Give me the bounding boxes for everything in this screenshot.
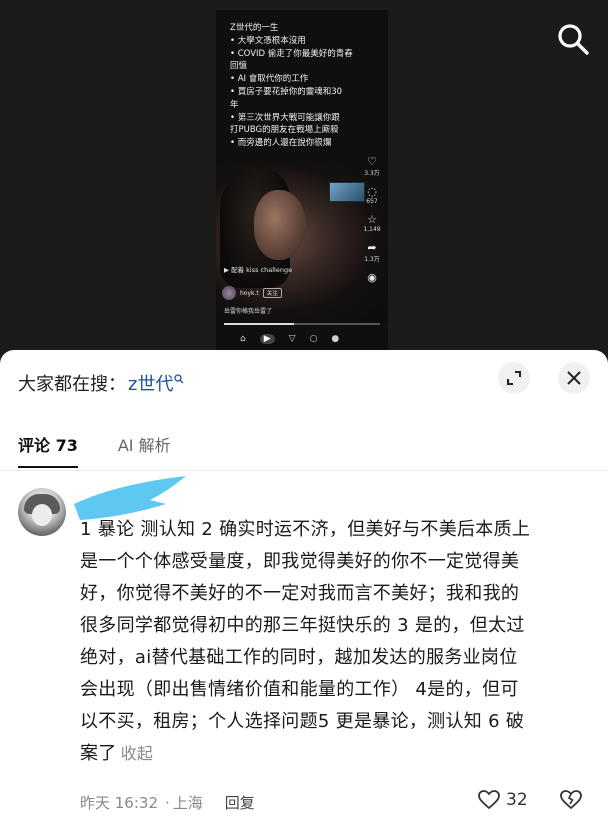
video-background: Z世代的一生 • 大學文憑根本沒用 • COVID 偷走了你最美好的青春 回憶 … [0, 0, 608, 350]
follow-button[interactable]: 关注 [262, 288, 282, 298]
share-action[interactable]: ➦ 1.3万 [361, 241, 383, 263]
video-player[interactable]: Z世代的一生 • 大學文憑根本沒用 • COVID 偷走了你最美好的青春 回憶 … [216, 10, 388, 350]
comment-line: 好，你觉得不美好的不一定对我而言不美好；我和我的 [80, 583, 520, 604]
video-side-actions: ♡ 3.3万 ◌ 657 ☆ 1,149 ➦ 1.3万 ◉ [361, 155, 383, 292]
video-author-row: hoyk.t 关注 [222, 286, 282, 300]
caption-line: • AI 會取代你的工作 [230, 74, 309, 85]
caption-line: 打PUBG的朋友在戰場上廝殺 [230, 125, 339, 136]
dislike-button[interactable] [560, 790, 582, 814]
reply-button[interactable]: 回复 [225, 792, 255, 813]
play-icon[interactable]: ▶ [259, 334, 275, 344]
tab-comments[interactable]: 评论 73 [18, 432, 78, 468]
share-count: 1.3万 [364, 256, 380, 263]
comment-line: 会出现（即出售情绪价值和能量的工作） 4是的，但可 [80, 679, 519, 700]
caption-line: • 大學文憑根本沒用 [230, 35, 306, 46]
like-action[interactable]: ♡ 3.3万 [361, 155, 383, 177]
disc-icon: ◉ [367, 271, 377, 284]
broken-heart-icon [560, 790, 582, 810]
comment-count: 657 [366, 198, 378, 205]
like-count: 32 [506, 790, 528, 810]
music-tag[interactable]: ▶ 配着 kiss challenge [224, 264, 292, 274]
video-caption: Z世代的一生 • 大學文憑根本沒用 • COVID 偷走了你最美好的青春 回憶 … [230, 22, 380, 150]
expand-icon [507, 371, 521, 385]
caption-line: • 買房子要花掉你的靈魂和30 [230, 86, 343, 97]
caption-line: 年 [230, 99, 239, 110]
comment-icon: ◌ [367, 185, 377, 198]
comment-meta: 昨天 16:32 · 上海 回复 [80, 792, 255, 813]
trending-search-row[interactable]: 大家都在搜： z世代 [18, 370, 184, 396]
star-icon: ☆ [367, 213, 377, 226]
author-name[interactable]: hoyk.t [240, 290, 259, 297]
search-icon[interactable]: ○ [310, 334, 318, 344]
comment-action[interactable]: ◌ 657 [361, 185, 383, 205]
like-button[interactable]: 32 [478, 790, 528, 810]
heart-icon: ♡ [367, 155, 377, 168]
caption-line: • 第三次世界大戰可能讓你跟 [230, 112, 340, 123]
search-icon [558, 24, 589, 55]
tab-ai-analysis[interactable]: AI 解析 [118, 432, 171, 468]
search-icon [174, 373, 184, 387]
close-icon [567, 371, 581, 385]
close-button[interactable] [558, 362, 590, 394]
comment-line: 很多同学都觉得初中的那三年挺快乐的 3 是的，但太过 [80, 615, 525, 636]
monitor-screen-image [329, 182, 365, 202]
profile-icon[interactable]: ● [331, 334, 339, 344]
comment-location: 上海 [172, 794, 203, 812]
comment-line: 1 暴论 测认知 2 确实时运不济，但美好与不美后本质上 [80, 519, 531, 540]
comment-text: 1 暴论 测认知 2 确实时运不济，但美好与不美后本质上 是一个个体感受量度，即… [80, 514, 580, 770]
comment-line: 绝对，ai替代基础工作的同时，越加发达的服务业岗位 [80, 647, 518, 668]
caption-line: • COVID 偷走了你最美好的青春 [230, 48, 353, 59]
meta-separator: · [165, 793, 170, 812]
heart-icon [478, 790, 500, 810]
commenter-avatar[interactable] [18, 488, 66, 536]
expand-button[interactable] [498, 362, 530, 394]
comment-line: 案了 [80, 743, 117, 764]
comment-sheet: 大家都在搜： z世代 评论 73 AI 解析 1 暴论 测认知 2 确实时运不济… [0, 350, 608, 816]
trending-search-prefix: 大家都在搜： [18, 374, 126, 395]
caption-line: Z世代的一生 [230, 23, 279, 33]
collapse-link[interactable]: 收起 [121, 744, 154, 763]
tab-divider [0, 470, 608, 471]
comment-last-line: 案了 收起 [80, 738, 580, 770]
search-button[interactable] [556, 22, 590, 56]
favorite-count: 1,149 [363, 226, 381, 233]
trending-search-term[interactable]: z世代 [128, 370, 173, 396]
video-description: 岳雷你格我岳雷了 [224, 308, 273, 315]
share-icon: ➦ [367, 241, 377, 254]
like-count: 3.3万 [364, 170, 380, 177]
favorite-action[interactable]: ☆ 1,149 [361, 213, 383, 233]
discover-icon[interactable]: ▽ [289, 334, 296, 344]
video-progress-fill [224, 323, 295, 325]
video-progress-bar[interactable] [224, 323, 380, 325]
author-avatar[interactable] [222, 286, 236, 300]
caption-line: 回憶 [230, 61, 248, 72]
home-icon[interactable]: ⌂ [240, 334, 246, 344]
music-disc[interactable]: ◉ [361, 271, 383, 284]
video-bottom-nav: ⌂ ▶ ▽ ○ ● [240, 334, 339, 344]
caption-line: • 而旁邊的人還在說你很爛 [230, 138, 332, 149]
comment-tabs: 评论 73 AI 解析 [18, 432, 171, 468]
comment-time: 昨天 16:32 [80, 794, 158, 812]
comment-line: 以不买，租房；个人选择问题5 更是暴论，测认知 6 破 [80, 711, 525, 732]
comment-line: 是一个个体感受量度，即我觉得美好的你不一定觉得美 [80, 551, 520, 572]
